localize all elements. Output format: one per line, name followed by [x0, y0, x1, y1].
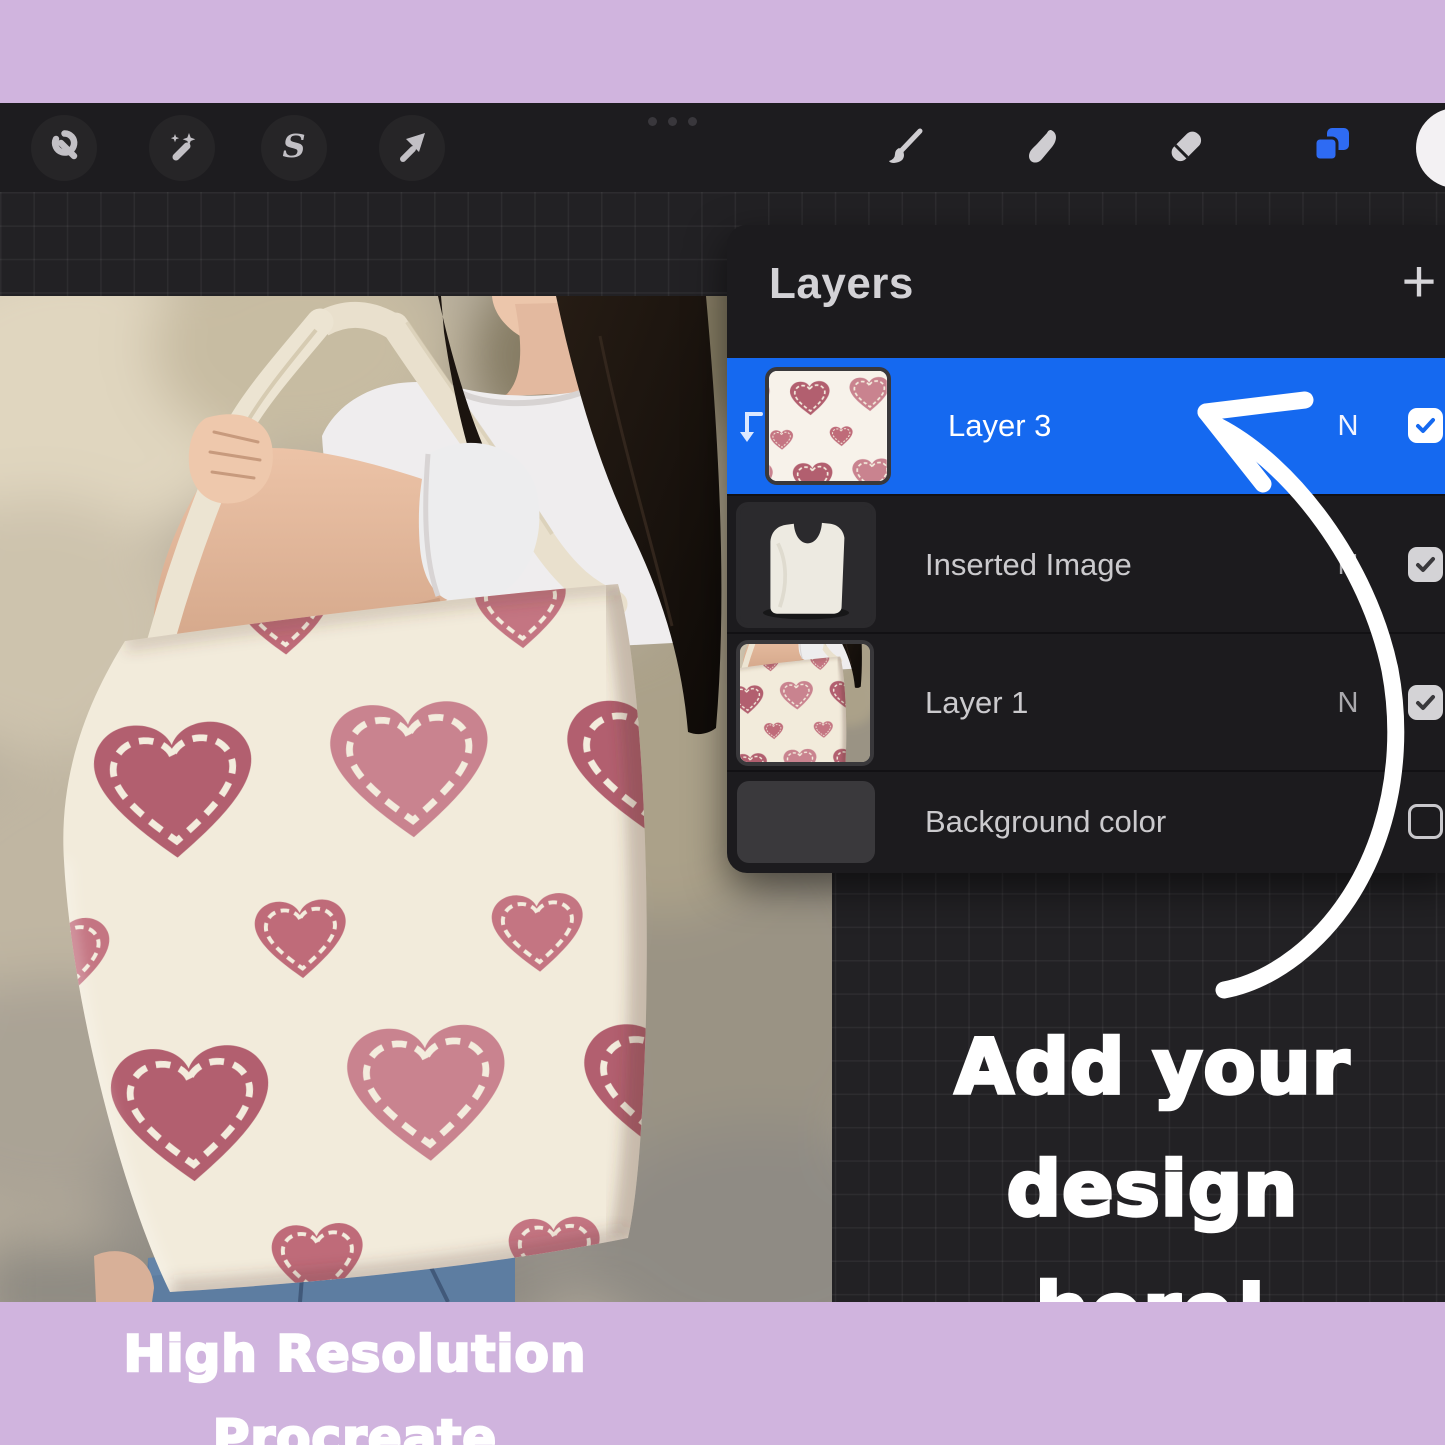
- color-circle-icon[interactable]: [1416, 108, 1445, 188]
- inserted-image-thumbnail[interactable]: [736, 502, 876, 628]
- blend-mode-badge[interactable]: N: [1330, 634, 1366, 772]
- smudge-icon: [1021, 124, 1065, 173]
- layer-row-background-color[interactable]: Background color: [727, 770, 1445, 872]
- blend-mode-badge[interactable]: N: [1330, 496, 1366, 634]
- erase-button[interactable]: [1153, 115, 1219, 181]
- layer-visibility-checkbox[interactable]: [1408, 804, 1443, 839]
- background-color-swatch[interactable]: [737, 781, 875, 863]
- transform-button[interactable]: [379, 115, 445, 181]
- layer-row-layer1[interactable]: Layer 1 N: [727, 632, 1445, 772]
- brush-icon: [882, 124, 926, 173]
- layers-button[interactable]: [1298, 115, 1364, 181]
- layers-panel-title: Layers: [769, 259, 914, 309]
- layer-visibility-checkbox[interactable]: [1408, 408, 1443, 443]
- footer-caption: High Resolution Procreate Mockup: [115, 1312, 595, 1445]
- procreate-screenshot: S: [0, 0, 1445, 1445]
- annotation-line1: Add your: [880, 1006, 1425, 1128]
- adjustments-button[interactable]: [149, 115, 215, 181]
- transform-arrow-icon: [392, 126, 432, 171]
- canvas-artwork-photo[interactable]: [0, 296, 832, 1302]
- smudge-button[interactable]: [1010, 115, 1076, 181]
- layer-visibility-checkbox[interactable]: [1408, 685, 1443, 720]
- toolbar: S: [0, 103, 1445, 192]
- magic-wand-icon: [162, 126, 202, 171]
- layer1-thumbnail[interactable]: [736, 640, 874, 766]
- layer-row-layer3[interactable]: Layer 3 N: [727, 358, 1445, 494]
- layer-name[interactable]: Inserted Image: [925, 496, 1132, 634]
- eraser-icon: [1164, 124, 1208, 173]
- add-layer-button[interactable]: +: [1391, 247, 1445, 317]
- layer-name[interactable]: Layer 3: [948, 358, 1051, 494]
- layer-name[interactable]: Layer 1: [925, 634, 1028, 772]
- layers-panel: Layers + Layer 3 N: [727, 225, 1445, 873]
- footer-line2: Procreate Mockup: [115, 1396, 595, 1445]
- selection-button[interactable]: S: [261, 115, 327, 181]
- layer-row-inserted-image[interactable]: Inserted Image N: [727, 494, 1445, 634]
- layer3-thumbnail[interactable]: [765, 367, 891, 485]
- paint-button[interactable]: [871, 115, 937, 181]
- selection-s-icon: S: [274, 126, 314, 171]
- wrench-icon: [44, 126, 84, 171]
- layer-visibility-checkbox[interactable]: [1408, 547, 1443, 582]
- actions-button[interactable]: [31, 115, 97, 181]
- blend-mode-badge[interactable]: N: [1330, 358, 1366, 494]
- bottom-purple-band: High Resolution Procreate Mockup: [0, 1302, 1445, 1445]
- svg-text:S: S: [282, 127, 305, 165]
- layer-name[interactable]: Background color: [925, 772, 1166, 872]
- select-down-arrow-icon: [735, 408, 765, 451]
- canvas-options-dots: [648, 117, 697, 126]
- top-purple-band: [0, 0, 1445, 103]
- footer-line1: High Resolution: [115, 1312, 595, 1396]
- layers-icon: [1308, 123, 1354, 174]
- layers-panel-header: Layers +: [727, 225, 1445, 358]
